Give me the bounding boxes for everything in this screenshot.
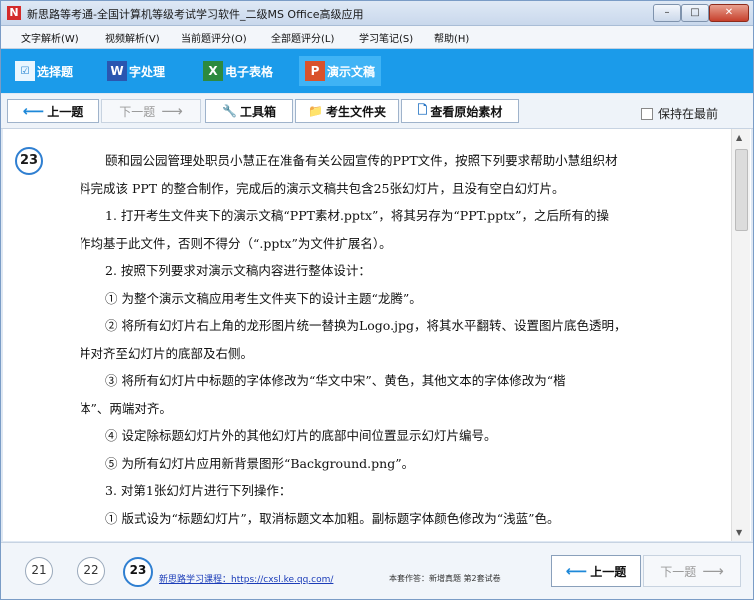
maximize-button[interactable]: □ [681, 4, 709, 22]
tab-label: 字处理 [129, 64, 166, 79]
paper-info-text: 本套作答：新增真题 第2套试卷 [389, 574, 501, 583]
question-paragraph: 颐和园公园管理处职员小慧正在准备有关公园宣传的PPT文件，按照下列要求帮助小慧组… [105, 153, 618, 168]
tab-label: 选择题 [37, 64, 74, 79]
toolbar: ⟵ 上一题 下一题 ⟶ 🔧 工具箱 📁 考生文件夹 🗋 查看原始素材 保持在最前 [1, 94, 753, 129]
question-paragraph: 作均基于此文件，否则不得分（“.pptx”为文件扩展名）。 [81, 235, 392, 251]
scroll-down-icon[interactable]: ▼ [736, 528, 742, 537]
vertical-scrollbar[interactable]: ▲ ▼ [731, 129, 750, 541]
question-number-badge: 23 [15, 147, 43, 175]
tab-choice-questions[interactable]: ☑ 选择题 [15, 56, 73, 86]
title-bar: N 新思路等考通-全国计算机等级考试学习软件_二级MS Office高级应用 –… [1, 1, 753, 26]
view-source-button[interactable]: 🗋 查看原始素材 [401, 99, 519, 123]
student-folder-button[interactable]: 📁 考生文件夹 [295, 99, 399, 123]
bottom-prev-label: 上一题 [590, 564, 627, 579]
view-source-label: 查看原始素材 [430, 104, 503, 119]
window-title: 新思路等考通-全国计算机等级考试学习软件_二级MS Office高级应用 [27, 8, 364, 21]
module-tab-bar: ☑ 选择题 W 字处理 X 电子表格 P 演示文稿 [1, 49, 753, 93]
excel-icon: X [203, 61, 223, 81]
pin-on-top-checkbox[interactable]: 保持在最前 [641, 105, 718, 122]
question-paragraph: ② 在母版中隐藏标题幻灯片的背景图形。 [81, 532, 721, 539]
tab-word-processing[interactable]: W 字处理 [107, 56, 165, 86]
menu-text-analysis[interactable]: 文字解析(W) [21, 30, 79, 45]
tab-presentation[interactable]: P 演示文稿 [299, 56, 382, 86]
question-21-button[interactable]: 21 [25, 557, 53, 585]
question-panel: 23 颐和园公园管理处职员小慧正在准备有关公园宣传的PPT文件，按照下列要求帮助… [3, 129, 751, 541]
menu-study-notes[interactable]: 学习笔记(S) [359, 30, 413, 45]
toolbox-label: 工具箱 [239, 104, 276, 119]
checklist-icon: ☑ [15, 61, 35, 81]
question-paragraph: ⑤ 为所有幻灯片应用新背景图形“Background.png”。 [105, 455, 415, 471]
close-button[interactable]: ✕ [709, 4, 749, 22]
document-icon: 🗋 [417, 102, 428, 117]
tab-label: 演示文稿 [327, 64, 376, 79]
bottom-bar: 21 22 23 新思路学习课程：https://cxsl.ke.qq.com/… [1, 542, 753, 599]
right-arrow-icon: ⟶ [702, 562, 724, 580]
toolbox-button[interactable]: 🔧 工具箱 [205, 99, 293, 123]
question-22-button[interactable]: 22 [77, 557, 105, 585]
menu-score-all[interactable]: 全部题评分(L) [271, 30, 334, 45]
app-logo-icon: N [7, 6, 21, 20]
menu-score-current[interactable]: 当前题评分(O) [181, 30, 247, 45]
question-23-button[interactable]: 23 [123, 557, 153, 587]
bottom-next-label: 下一题 [660, 564, 697, 579]
pin-on-top-label: 保持在最前 [658, 107, 719, 121]
left-arrow-icon: ⟵ [565, 562, 588, 580]
question-paragraph: ③ 将所有幻灯片中标题的字体修改为“华文中宋”、黄色，其他文本的字体修改为“楷 [105, 373, 566, 388]
question-paragraph: ① 版式设为“标题幻灯片”，取消标题文本加粗。副标题字体颜色修改为“浅蓝”色。 [105, 510, 560, 526]
question-paragraph: 2. 按照下列要求对演示文稿内容进行整体设计： [105, 263, 371, 278]
next-question-button[interactable]: 下一题 ⟶ [101, 99, 201, 123]
question-paragraph: ④ 设定除标题幻灯片外的其他幻灯片的底部中间位置显示幻灯片编号。 [105, 428, 497, 443]
minimize-button[interactable]: – [653, 4, 681, 22]
question-paragraph: ② 将所有幻灯片右上角的龙形图片统一替换为Logo.jpg，将其水平翻转、设置图… [105, 318, 627, 333]
question-paragraph: 1. 打开考生文件夹下的演示文稿“PPT素材.pptx”，将其另存为“PPT.p… [105, 208, 610, 223]
menu-bar: 文字解析(W) 视频解析(V) 当前题评分(O) 全部题评分(L) 学习笔记(S… [1, 26, 753, 49]
question-paragraph: 体”、两端对齐。 [81, 400, 172, 416]
question-paragraph: 料完成该 PPT 的整合制作，完成后的演示文稿共包含25张幻灯片，且没有空白幻灯… [81, 180, 565, 196]
course-link[interactable]: 新思路学习课程：https://cxsl.ke.qq.com/ [159, 572, 333, 585]
word-icon: W [107, 61, 127, 81]
tab-spreadsheet[interactable]: X 电子表格 [203, 56, 273, 86]
question-text: 颐和园公园管理处职员小慧正在准备有关公园宣传的PPT文件，按照下列要求帮助小慧组… [81, 147, 721, 539]
next-question-label: 下一题 [119, 104, 156, 119]
question-paragraph: 并对齐至幻灯片的底部及右侧。 [81, 345, 254, 361]
left-arrow-icon: ⟵ [22, 102, 45, 120]
menu-help[interactable]: 帮助(H) [434, 30, 469, 45]
right-arrow-icon: ⟶ [161, 102, 183, 120]
checkbox-box[interactable] [641, 107, 653, 120]
question-paragraph: ① 为整个演示文稿应用考生文件夹下的设计主题“龙腾”。 [105, 290, 422, 306]
scroll-up-icon[interactable]: ▲ [736, 133, 742, 142]
question-paragraph: 3. 对第1张幻灯片进行下列操作： [105, 483, 292, 498]
app-window: N 新思路等考通-全国计算机等级考试学习软件_二级MS Office高级应用 –… [0, 0, 754, 600]
scrollbar-thumb[interactable] [735, 149, 748, 231]
bottom-prev-button[interactable]: ⟵ 上一题 [551, 555, 641, 587]
prev-question-button[interactable]: ⟵ 上一题 [7, 99, 99, 123]
wrench-icon: 🔧 [222, 104, 237, 118]
menu-video-analysis[interactable]: 视频解析(V) [105, 30, 160, 45]
tab-label: 电子表格 [225, 64, 274, 79]
powerpoint-icon: P [305, 61, 325, 81]
student-folder-label: 考生文件夹 [325, 104, 386, 119]
folder-icon: 📁 [308, 104, 323, 118]
bottom-next-button[interactable]: 下一题 ⟶ [643, 555, 741, 587]
prev-question-label: 上一题 [47, 104, 84, 119]
